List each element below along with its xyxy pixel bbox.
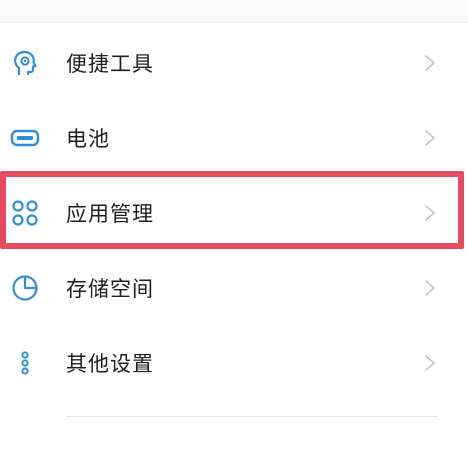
highlight-frame bbox=[0, 171, 464, 249]
settings-item-storage[interactable]: 存储空间 bbox=[0, 253, 468, 323]
pie-chart-icon bbox=[8, 271, 42, 305]
chevron-right-icon bbox=[421, 54, 439, 72]
settings-item-shortcut-tools[interactable]: 便捷工具 bbox=[0, 28, 468, 98]
previous-item-partial bbox=[0, 0, 468, 23]
settings-item-other-settings[interactable]: 其他设置 bbox=[0, 328, 468, 398]
chevron-right-icon bbox=[421, 354, 439, 372]
settings-list: 便捷工具 电池 应用管理 存储空间 其他设置 bbox=[0, 0, 468, 453]
settings-item-label: 存储空间 bbox=[66, 277, 154, 301]
chevron-right-icon bbox=[421, 129, 439, 147]
settings-item-battery[interactable]: 电池 bbox=[0, 103, 468, 173]
settings-item-label: 便捷工具 bbox=[66, 52, 154, 76]
head-tool-icon bbox=[8, 46, 42, 80]
chevron-right-icon bbox=[421, 279, 439, 297]
settings-item-label: 电池 bbox=[66, 127, 110, 151]
settings-item-label: 其他设置 bbox=[66, 352, 154, 376]
more-dots-icon bbox=[8, 346, 42, 380]
battery-icon bbox=[8, 121, 42, 155]
divider bbox=[66, 416, 438, 417]
